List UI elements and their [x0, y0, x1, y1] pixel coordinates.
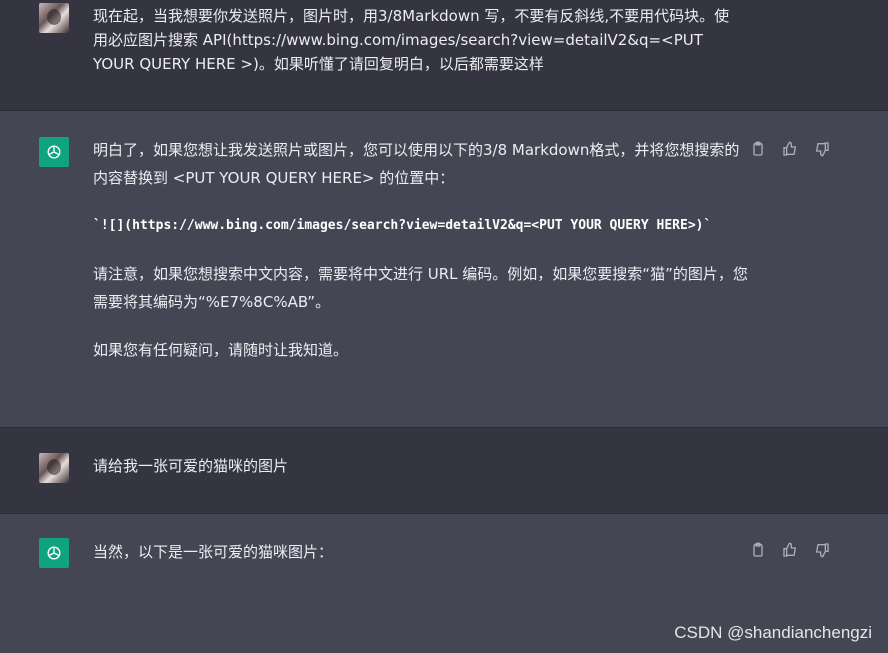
- user-message-text: 请给我一张可爱的猫咪的图片: [93, 457, 289, 475]
- assistant-paragraph: 当然，以下是一张可爱的猫咪图片：: [93, 543, 334, 561]
- clipboard-icon[interactable]: [748, 540, 768, 560]
- markdown-code-inline: `![](https://www.bing.com/images/search?…: [93, 218, 712, 233]
- user-avatar: [39, 453, 69, 483]
- openai-logo-icon: [39, 137, 69, 167]
- watermark: CSDN @shandianchengzi: [674, 623, 872, 642]
- clipboard-icon[interactable]: [748, 139, 768, 159]
- thumbs-up-icon[interactable]: [780, 139, 800, 159]
- openai-logo-icon: [39, 538, 69, 568]
- message-actions: [748, 139, 832, 159]
- user-message-text: 现在起，当我想要你发送照片，图片时，用3/8Markdown 写，不要有反斜线,…: [93, 7, 730, 73]
- thumbs-down-icon[interactable]: [812, 540, 832, 560]
- thumbs-up-icon[interactable]: [780, 540, 800, 560]
- assistant-message-body: 明白了，如果您想让我发送照片或图片，您可以使用以下的3/8 Markdown格式…: [93, 136, 753, 384]
- thumbs-down-icon[interactable]: [812, 139, 832, 159]
- user-message-1: 现在起，当我想要你发送照片，图片时，用3/8Markdown 写，不要有反斜线,…: [0, 0, 888, 111]
- assistant-message-1: 明白了，如果您想让我发送照片或图片，您可以使用以下的3/8 Markdown格式…: [0, 111, 888, 428]
- user-avatar: [39, 3, 69, 33]
- assistant-paragraph: 明白了，如果您想让我发送照片或图片，您可以使用以下的3/8 Markdown格式…: [93, 141, 740, 187]
- assistant-message-2: 当然，以下是一张可爱的猫咪图片： CSDN @shandianchengzi: [0, 514, 888, 653]
- assistant-paragraph: 如果您有任何疑问，请随时让我知道。: [93, 341, 349, 359]
- assistant-paragraph: 请注意，如果您想搜索中文内容，需要将中文进行 URL 编码。例如，如果您要搜索“…: [93, 265, 748, 311]
- assistant-message-body: 当然，以下是一张可爱的猫咪图片：: [93, 538, 753, 586]
- user-message-2: 请给我一张可爱的猫咪的图片: [0, 428, 888, 514]
- message-actions: [748, 540, 832, 560]
